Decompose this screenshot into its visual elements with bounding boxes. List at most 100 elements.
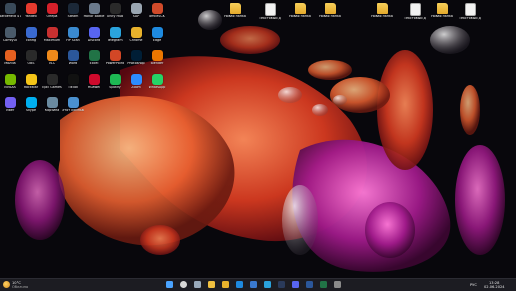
desktop-icon-19[interactable]: HP Scan (63, 26, 83, 49)
desktop-icon-label: Yandex (25, 15, 37, 18)
folder-icon (294, 3, 306, 14)
app-icon (109, 50, 121, 61)
app-icon (109, 3, 121, 14)
weather-icon[interactable] (3, 281, 10, 288)
desktop-icon-2[interactable]: Опера (42, 3, 62, 25)
desktop-icon-23[interactable]: Edge (147, 26, 167, 49)
start-icon[interactable] (166, 281, 173, 288)
app-icon (130, 26, 142, 38)
folder-icon (376, 3, 388, 14)
desktop-icon-label: Chrome (129, 38, 143, 42)
desktop-icon-9[interactable]: Текстовый документ (259, 3, 281, 25)
desktop-icon-label: Huawei (87, 85, 101, 89)
task-view-icon[interactable] (194, 281, 201, 288)
desktop-icon-1[interactable]: Yandex (21, 3, 41, 25)
app-icon (25, 73, 37, 85)
desktop-icon-8[interactable]: Новая папка (224, 3, 246, 25)
desktop-icon-label: Steam (67, 15, 79, 18)
settings-icon[interactable] (334, 281, 341, 288)
desktop-icon-label: PowerPoint (105, 62, 125, 65)
desktop-icon-6[interactable]: SAP (126, 3, 146, 25)
desktop-icon-label: Unity Hub (106, 15, 124, 18)
weather-desc[interactable]: Облачно (12, 285, 28, 289)
desktop-icon-36[interactable]: Huawei (84, 73, 104, 96)
desktop-icon-30[interactable]: Photoshop (126, 50, 146, 72)
excel-icon[interactable] (320, 281, 327, 288)
language-indicator[interactable]: РУС (470, 283, 477, 287)
desktop-icon-label: Новая папка (371, 15, 393, 18)
store-icon[interactable] (250, 281, 257, 288)
desktop-icon-16[interactable]: ComfyUI (0, 26, 20, 49)
document-icon (264, 3, 276, 16)
desktop-icon-label: TikTok (67, 85, 79, 89)
desktop-icon-25[interactable]: OBS (21, 50, 41, 72)
desktop-icon-7[interactable]: officeSCK (147, 3, 167, 25)
desktop-icon-5[interactable]: Unity Hub (105, 3, 125, 25)
app-icon (67, 26, 79, 38)
desktop-icon-3[interactable]: Steam (63, 3, 83, 25)
desktop-icon-29[interactable]: PowerPoint (105, 50, 125, 72)
desktop-icon-label: Этот компьютер (62, 109, 84, 112)
app-icon (109, 73, 121, 85)
desktop-icon-11[interactable]: Новая папка (319, 3, 341, 25)
desktop-icon-18[interactable]: Maximum (42, 26, 62, 49)
desktop-icon-33[interactable]: Rockstar (21, 73, 41, 96)
desktop-icon-label: Discord (87, 38, 101, 42)
chrome-icon[interactable] (222, 281, 229, 288)
desktop-icon-37[interactable]: Spotify (105, 73, 125, 96)
desktop-icon-14[interactable]: Новая папка (431, 3, 453, 25)
desktop-icon-41[interactable]: Skype (21, 97, 41, 119)
app-icon (46, 26, 58, 38)
steam-icon[interactable] (278, 281, 285, 288)
desktop-icon-39[interactable]: WhatsApp (147, 73, 167, 96)
desktop-icon-42[interactable]: Корзина (42, 97, 62, 119)
desktop-icon-label: Edge (152, 38, 162, 42)
desktop-icon-27[interactable]: Word (63, 50, 83, 72)
discord-icon[interactable] (292, 281, 299, 288)
desktop-icon-26[interactable]: VLC (42, 50, 62, 72)
app-icon (88, 26, 100, 38)
desktop-icon-label: Photoshop (127, 62, 145, 65)
desktop-icon-13[interactable]: Текстовый документ (404, 3, 426, 25)
desktop-icon-label: HP Scan (66, 38, 80, 42)
desktop-icon-32[interactable]: NVIDIA (0, 73, 20, 96)
desktop-icon-43[interactable]: Этот компьютер (62, 97, 84, 119)
desktop-icon-label: Rockstar (23, 85, 39, 89)
desktop-icon-17[interactable]: config (21, 26, 41, 49)
desktop-icon-label: officeSCK (149, 15, 165, 18)
search-icon[interactable] (180, 281, 187, 288)
desktop-icon-35[interactable]: TikTok (63, 73, 83, 96)
desktop-icon-15[interactable]: Текстовый документ (459, 3, 481, 25)
desktop-icon-label: Battlefield 4 ATM (0, 15, 21, 18)
desktop-icon-label: Новая папка (319, 15, 341, 18)
desktop-icon-28[interactable]: Excel (84, 50, 104, 72)
desktop-icon-10[interactable]: Новая папка (289, 3, 311, 25)
app-icon (25, 97, 37, 108)
app-icon (4, 26, 16, 38)
desktop-icon-38[interactable]: Zoom (126, 73, 146, 96)
desktop-icon-34[interactable]: Epic Games (42, 73, 62, 96)
app-icon (109, 26, 121, 38)
desktop-icon-label: Word (68, 62, 78, 65)
app-icon (88, 3, 100, 14)
desktop-icon-21[interactable]: Telegram (105, 26, 125, 49)
desktop-icon-label: Telegram (107, 38, 123, 42)
desktop-icon-20[interactable]: Discord (84, 26, 104, 49)
edge-icon[interactable] (236, 281, 243, 288)
desktop-icon-label: Текстовый документ (459, 17, 481, 20)
app-icon (151, 50, 163, 61)
app-icon (130, 3, 142, 14)
explorer-icon[interactable] (208, 281, 215, 288)
desktop-icon-12[interactable]: Новая папка (371, 3, 393, 25)
desktop-icon-24[interactable]: Mozilla (0, 50, 20, 72)
telegram-icon[interactable] (264, 281, 271, 288)
desktop-icon-0[interactable]: Battlefield 4 ATM (0, 3, 21, 25)
clock-date[interactable]: 02.06.2024 (484, 285, 505, 289)
app-icon (46, 73, 58, 85)
desktop-icon-40[interactable]: Viber (0, 97, 20, 119)
desktop-icon-31[interactable]: Blender (147, 50, 167, 72)
word-icon[interactable] (306, 281, 313, 288)
desktop-icon-22[interactable]: Chrome (126, 26, 146, 49)
desktop-icon-label: Skype (26, 109, 36, 112)
desktop-icon-4[interactable]: Honor Battle (84, 3, 104, 25)
